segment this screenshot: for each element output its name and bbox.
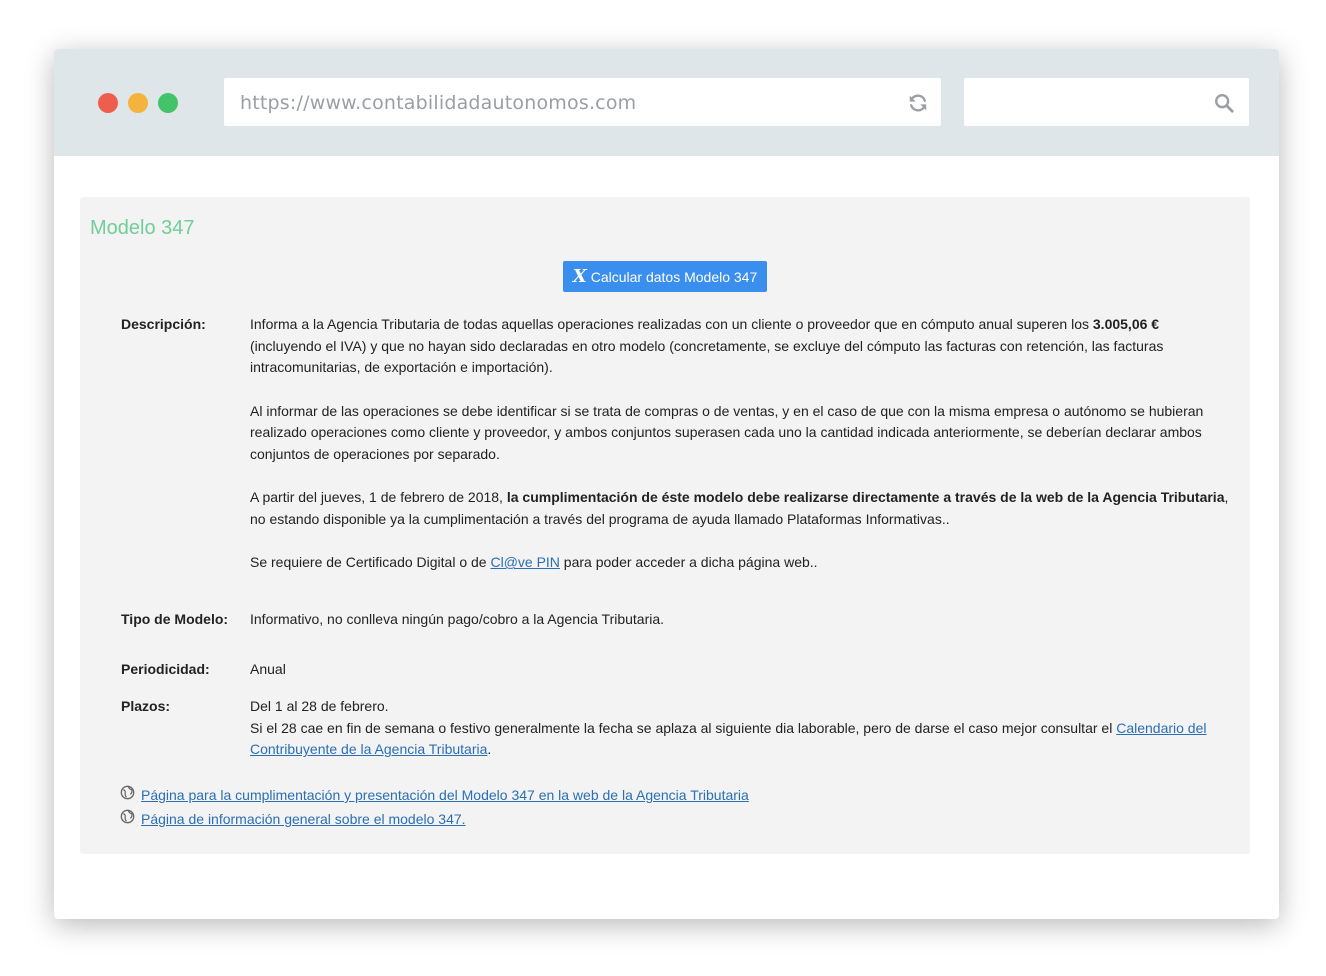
x-icon: X [572, 266, 587, 287]
browser-window: https://www.contabilidadautonomos.com Mo… [54, 49, 1279, 919]
tipo-label: Tipo de Modelo: [121, 611, 229, 627]
modelo-347-info-link[interactable]: Página de información general sobre el m… [141, 811, 466, 827]
address-url: https://www.contabilidadautonomos.com [240, 92, 637, 114]
modelo-347-aeat-link[interactable]: Página para la cumplimentación y present… [141, 787, 749, 803]
plazos-line1: Del 1 al 28 de febrero. [250, 698, 389, 714]
globe-icon [120, 809, 135, 824]
descripcion-p4: Se requiere de Certificado Digital o de … [250, 554, 818, 571]
search-bar[interactable] [964, 78, 1249, 126]
descripcion-label: Descripción: [121, 316, 206, 332]
calc-modelo-button[interactable]: X Calcular datos Modelo 347 [563, 261, 767, 292]
descripcion-p3: A partir del jueves, 1 de febrero de 201… [250, 489, 1229, 527]
descripcion-p1: Informa a la Agencia Tributaria de todas… [250, 316, 1164, 376]
descripcion-p2: Al informar de las operaciones se debe i… [250, 402, 1204, 463]
minimize-window-button[interactable] [128, 93, 148, 113]
browser-toolbar: https://www.contabilidadautonomos.com [54, 49, 1279, 156]
maximize-window-button[interactable] [158, 93, 178, 113]
external-link-row-2: Página de información general sobre el m… [120, 809, 466, 827]
address-bar[interactable]: https://www.contabilidadautonomos.com [224, 78, 941, 126]
descripcion-value: Informa a la Agencia Tributaria de todas… [250, 314, 1230, 574]
tipo-value: Informativo, no conlleva ningún pago/cob… [250, 611, 665, 627]
search-icon[interactable] [1213, 92, 1235, 114]
reload-icon[interactable] [907, 92, 929, 114]
calc-button-label: Calcular datos Modelo 347 [590, 268, 758, 285]
close-window-button[interactable] [98, 93, 118, 113]
plazos-value: Del 1 al 28 de febrero. Si el 28 cae en … [250, 696, 1230, 761]
plazos-line2: Si el 28 cae en fin de semana o festivo … [250, 719, 1207, 758]
periodicidad-value: Anual [250, 661, 286, 677]
external-link-row-1: Página para la cumplimentación y present… [120, 785, 749, 803]
globe-icon [120, 785, 135, 800]
plazos-label: Plazos: [121, 698, 171, 714]
modelo-panel: Modelo 347 X Calcular datos Modelo 347 D… [80, 197, 1250, 854]
page-title: Modelo 347 [90, 217, 195, 239]
clave-pin-link[interactable]: Cl@ve PIN [490, 554, 559, 570]
periodicidad-label: Periodicidad: [121, 661, 210, 677]
